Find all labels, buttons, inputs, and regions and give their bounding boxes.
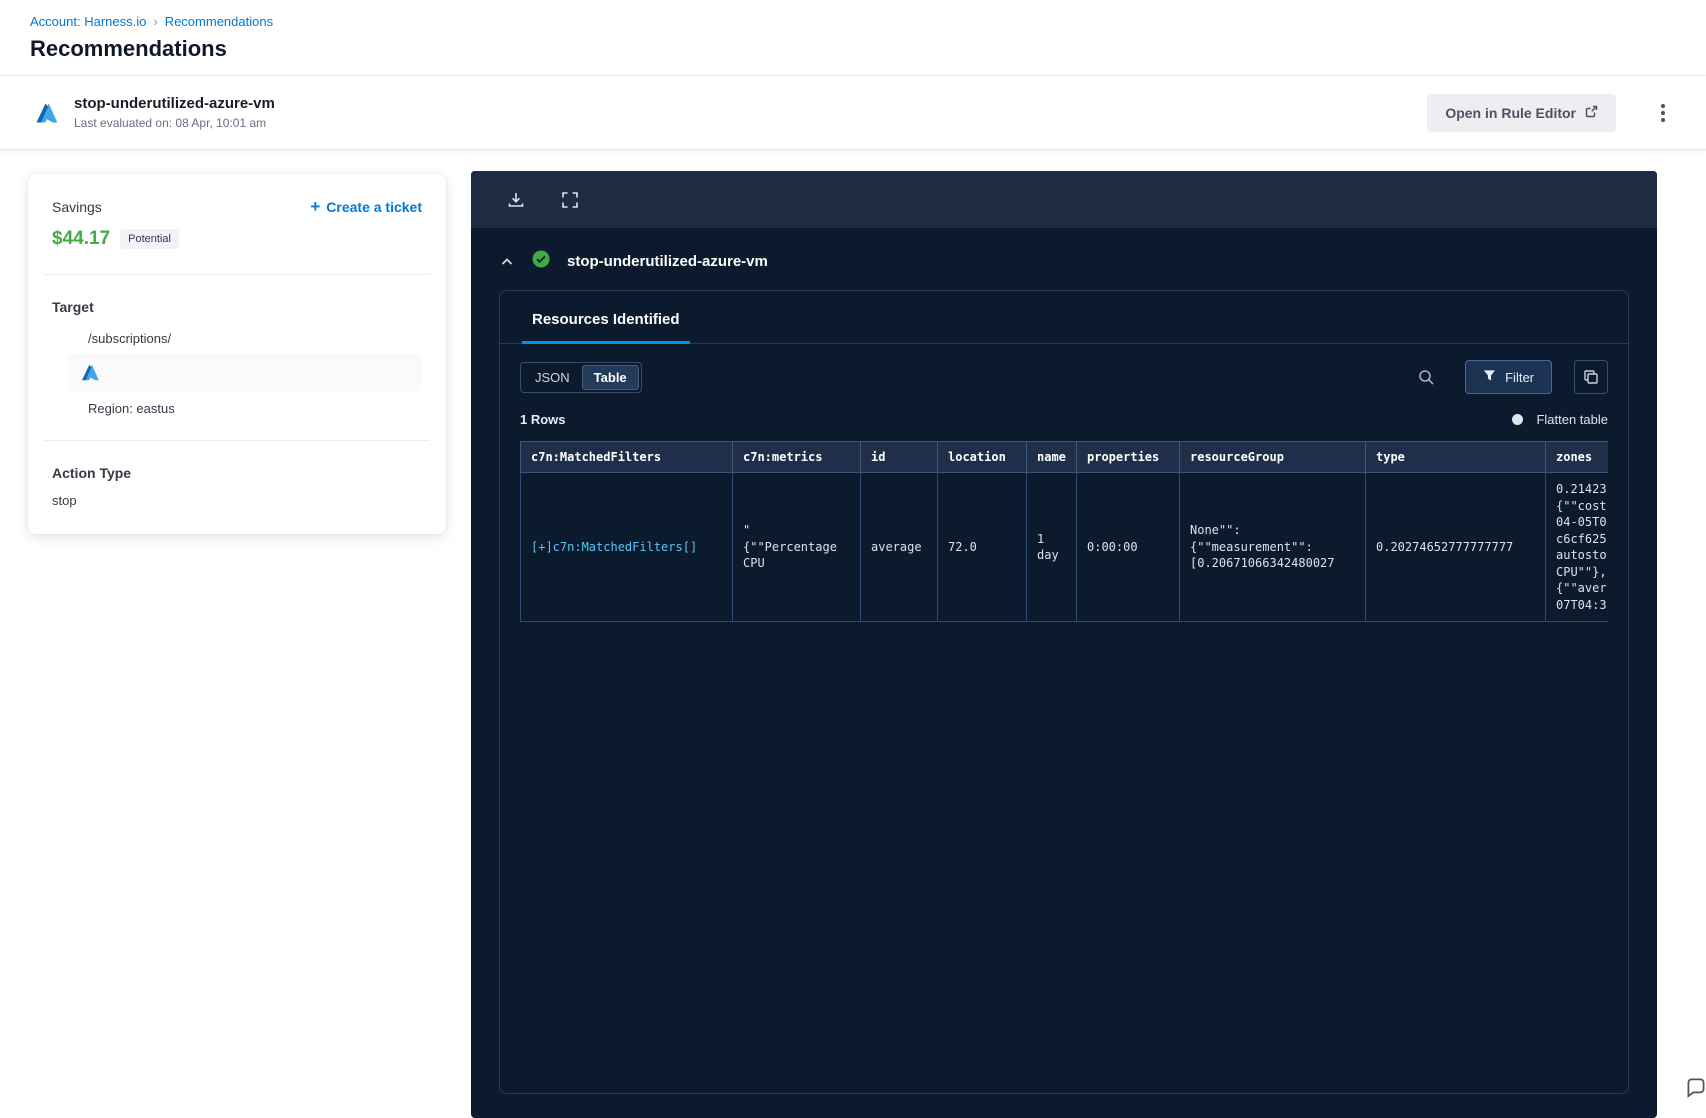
breadcrumb-separator-icon: ›: [153, 14, 158, 29]
recommendation-title: stop-underutilized-azure-vm: [74, 95, 275, 112]
panel-heading: stop-underutilized-azure-vm: [471, 228, 1657, 273]
more-options-menu-button[interactable]: [1646, 96, 1680, 130]
recommendation-details-panel: stop-underutilized-azure-vm Resources Id…: [471, 171, 1657, 1118]
external-link-icon: [1585, 105, 1598, 121]
tab-resources-identified[interactable]: Resources Identified: [522, 291, 690, 344]
plus-icon: +: [310, 197, 321, 216]
collapse-chevron-up-icon[interactable]: [499, 254, 515, 270]
cell-resource-group: None"": {""measurement"": [0.20671066342…: [1179, 471, 1366, 623]
cell-metrics: " {""Percentage CPU: [732, 471, 861, 623]
table-row: [+]c7n:MatchedFilters[] " {""Percentage …: [520, 471, 1608, 623]
target-label: Target: [52, 299, 94, 315]
filter-label: Filter: [1505, 369, 1534, 385]
rows-summary-row: 1 Rows Flatten table: [500, 394, 1628, 441]
view-toggle-json[interactable]: JSON: [523, 365, 582, 390]
savings-header-row: Savings + Create a ticket: [52, 198, 422, 215]
search-icon[interactable]: [1409, 360, 1443, 394]
create-ticket-button[interactable]: + Create a ticket: [310, 198, 422, 215]
savings-amount: $44.17: [52, 228, 111, 249]
flatten-toggle[interactable]: [1512, 414, 1524, 425]
cell-zones: 0.21423 {""cost 04-05T0 c6cf625 autosto …: [1545, 471, 1608, 623]
divider: [44, 440, 430, 441]
column-header-metrics: c7n:metrics: [732, 441, 861, 473]
create-ticket-label: Create a ticket: [326, 198, 422, 215]
column-header-type: type: [1365, 441, 1546, 473]
divider: [44, 274, 430, 275]
table-controls: JSON Table Filter: [500, 344, 1628, 394]
view-toggle-table[interactable]: Table: [581, 364, 639, 390]
panel-toolbar: [471, 171, 1657, 228]
table-header-row: c7n:MatchedFilters c7n:metrics id locati…: [520, 441, 1608, 473]
azure-icon: [80, 362, 101, 383]
kebab-dot-icon: [1661, 103, 1665, 108]
breadcrumb: Account: Harness.io › Recommendations: [30, 14, 1676, 29]
resources-panel: Resources Identified JSON Table Filter 1…: [499, 290, 1629, 1094]
column-header-name: name: [1026, 441, 1077, 473]
breadcrumb-current-link[interactable]: Recommendations: [165, 14, 273, 29]
azure-icon: [34, 100, 60, 126]
flatten-table-label: Flatten table: [1536, 412, 1608, 427]
column-header-location: location: [937, 441, 1027, 473]
open-rule-editor-button[interactable]: Open in Rule Editor: [1427, 93, 1616, 132]
cell-type: 0.20274652777777777: [1365, 471, 1546, 623]
target-resource-row: [68, 354, 422, 391]
action-type-value: stop: [52, 493, 77, 508]
page-title: Recommendations: [30, 36, 227, 61]
chat-help-icon[interactable]: [1683, 1075, 1706, 1106]
resource-header-text: stop-underutilized-azure-vm Last evaluat…: [74, 95, 275, 130]
view-toggle: JSON Table: [520, 361, 642, 393]
action-type-label: Action Type: [52, 465, 132, 481]
cell-name: 1 day: [1026, 471, 1077, 623]
column-header-resource-group: resourceGroup: [1179, 441, 1366, 473]
cell-location: 72.0: [937, 471, 1027, 623]
tab-bar: Resources Identified: [500, 291, 1628, 344]
kebab-dot-icon: [1661, 117, 1665, 122]
rows-count: 1 Rows: [520, 412, 566, 427]
funnel-icon: [1483, 369, 1496, 385]
column-header-zones: zones: [1545, 441, 1608, 473]
resource-header: stop-underutilized-azure-vm Last evaluat…: [0, 76, 1706, 150]
resources-table: c7n:MatchedFilters c7n:metrics id locati…: [520, 441, 1608, 623]
target-subscription-path: /subscriptions/: [88, 331, 172, 346]
panel-recommendation-title: stop-underutilized-azure-vm: [567, 253, 768, 270]
savings-card: Savings + Create a ticket $44.17 Potenti…: [28, 174, 446, 534]
kebab-dot-icon: [1661, 110, 1665, 115]
cell-properties: 0:00:00: [1076, 471, 1180, 623]
open-rule-editor-label: Open in Rule Editor: [1445, 104, 1576, 121]
cell-id: average: [860, 471, 938, 623]
flatten-table-control: Flatten table: [1512, 412, 1608, 427]
last-evaluated-text: Last evaluated on: 08 Apr, 10:01 am: [74, 116, 267, 130]
breadcrumb-account-link[interactable]: Account: Harness.io: [30, 14, 146, 29]
region-text: Region: eastus: [88, 401, 175, 416]
success-check-icon: [532, 250, 550, 273]
filter-button[interactable]: Filter: [1465, 360, 1552, 394]
column-header-matched-filters: c7n:MatchedFilters: [520, 441, 733, 473]
potential-badge: Potential: [120, 229, 179, 249]
savings-amount-row: $44.17 Potential: [52, 228, 422, 250]
column-header-id: id: [860, 441, 938, 473]
cell-matched-filters-expand[interactable]: [+]c7n:MatchedFilters[]: [520, 471, 733, 623]
savings-label: Savings: [52, 198, 102, 215]
column-header-properties: properties: [1076, 441, 1180, 473]
download-icon[interactable]: [505, 189, 527, 211]
resources-table-wrap: c7n:MatchedFilters c7n:metrics id locati…: [520, 441, 1608, 623]
fullscreen-icon[interactable]: [559, 189, 581, 211]
copy-icon[interactable]: [1574, 360, 1608, 394]
top-navigation: Account: Harness.io › Recommendations Re…: [0, 0, 1706, 76]
